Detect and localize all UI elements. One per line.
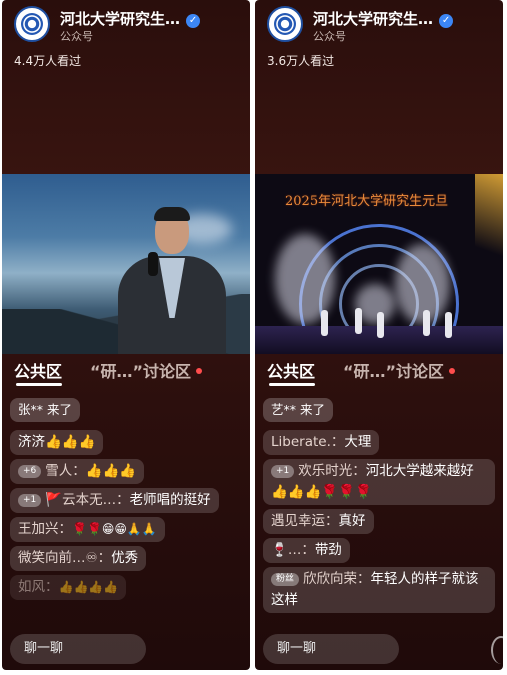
comment-item[interactable]: +1 🚩云本无…：老师唱的挺好 xyxy=(10,488,219,513)
verified-icon: ✓ xyxy=(439,14,454,28)
comment-item[interactable]: 微笑向前…♾：优秀 xyxy=(10,546,147,571)
comment-item[interactable]: 粉丝 欣欣向荣：年轻人的样子就该这样 xyxy=(263,567,495,613)
tab-discussion[interactable]: “研…”讨论区 xyxy=(343,358,456,382)
fan-badge: 粉丝 xyxy=(271,573,300,586)
comment-user: 欣欣向荣： xyxy=(303,571,371,587)
comment-user: 王加兴： xyxy=(18,521,72,537)
university-logo-icon[interactable] xyxy=(14,6,50,42)
stage-banner-title: 2025年河北大学研究生元旦 xyxy=(285,194,449,209)
account-name-row: 河北大学研究生… ✓ xyxy=(313,8,454,29)
comment-user: 微笑向前…♾： xyxy=(18,550,112,566)
chat-input[interactable]: 聊一聊 xyxy=(263,634,399,664)
comment-list: 艺** 来了 Liberate.：大理 +1 欢乐时光：河北大学越来越好👍👍👍🌹🌹… xyxy=(263,398,499,617)
join-notice: 张** 来了 xyxy=(10,398,80,422)
livestream-panel-left: 河北大学研究生… ✓ 公众号 4.4万人看过 公共区 “研…”讨论区 张** 来了… xyxy=(2,0,250,670)
tab-public[interactable]: 公共区 xyxy=(267,358,315,382)
account-name: 河北大学研究生… xyxy=(313,10,434,28)
livestream-panel-right: 河北大学研究生… ✓ 公众号 3.6万人看过 2025年河北大学研究生元旦 公共区… xyxy=(255,0,503,670)
account-type: 公众号 xyxy=(60,30,93,43)
join-notice: 艺** 来了 xyxy=(263,398,333,422)
verified-icon: ✓ xyxy=(186,14,201,28)
tab-underline xyxy=(269,383,315,386)
comment-item[interactable]: +6 雪人：👍👍👍 xyxy=(10,459,145,484)
comment-user: 雪人： xyxy=(45,463,86,479)
comment-user: Liberate.： xyxy=(271,434,345,450)
unread-dot xyxy=(196,368,203,374)
comment-tabs: 公共区 “研…”讨论区 xyxy=(267,356,497,386)
comment-item[interactable]: 王加兴：🌹🌹😁😁🙏🙏 xyxy=(10,517,165,542)
account-header[interactable]: 河北大学研究生… ✓ 公众号 xyxy=(265,6,493,46)
account-type: 公众号 xyxy=(313,30,346,43)
video-player[interactable] xyxy=(2,174,250,354)
comment-user: 遇见幸运： xyxy=(271,513,339,529)
chat-input[interactable]: 聊一聊 xyxy=(10,634,146,664)
repeat-badge: +1 xyxy=(18,494,42,507)
comment-item[interactable]: 🍷…：带劲 xyxy=(263,538,350,563)
tab-underline xyxy=(16,383,62,386)
flag-icon: 🚩 xyxy=(45,492,63,508)
comment-item[interactable]: 济济👍👍👍 xyxy=(10,430,104,455)
comment-user: 如风： xyxy=(18,579,59,595)
repeat-badge: +1 xyxy=(271,465,295,478)
university-logo-icon[interactable] xyxy=(267,6,303,42)
tab-public[interactable]: 公共区 xyxy=(14,358,62,382)
account-name: 河北大学研究生… xyxy=(60,10,181,28)
comment-item[interactable]: 如风：👍👍👍👍 xyxy=(10,575,127,600)
tab-discussion[interactable]: “研…”讨论区 xyxy=(90,358,203,382)
comment-item[interactable]: 遇见幸运：真好 xyxy=(263,509,374,534)
microphone-icon xyxy=(148,252,158,276)
comment-user: …： xyxy=(287,542,315,558)
more-icon[interactable] xyxy=(491,636,503,664)
comment-user: 云本无…： xyxy=(62,492,130,508)
comment-user: 欢乐时光： xyxy=(298,463,366,479)
wine-icon: 🍷 xyxy=(271,542,288,558)
comment-list: 张** 来了 济济👍👍👍 +6 雪人：👍👍👍 +1 🚩云本无…：老师唱的挺好 王加兴… xyxy=(10,398,246,604)
comment-tabs: 公共区 “研…”讨论区 xyxy=(14,356,244,386)
viewer-count: 4.4万人看过 xyxy=(14,54,82,68)
comment-item[interactable]: Liberate.：大理 xyxy=(263,430,380,455)
comment-item[interactable]: +1 欢乐时光：河北大学越来越好👍👍👍🌹🌹🌹 xyxy=(263,459,495,505)
account-header[interactable]: 河北大学研究生… ✓ 公众号 xyxy=(12,6,240,46)
repeat-badge: +6 xyxy=(18,465,42,478)
unread-dot xyxy=(449,368,456,374)
account-name-row: 河北大学研究生… ✓ xyxy=(60,8,201,29)
viewer-count: 3.6万人看过 xyxy=(267,54,335,68)
video-player[interactable]: 2025年河北大学研究生元旦 xyxy=(255,174,503,354)
